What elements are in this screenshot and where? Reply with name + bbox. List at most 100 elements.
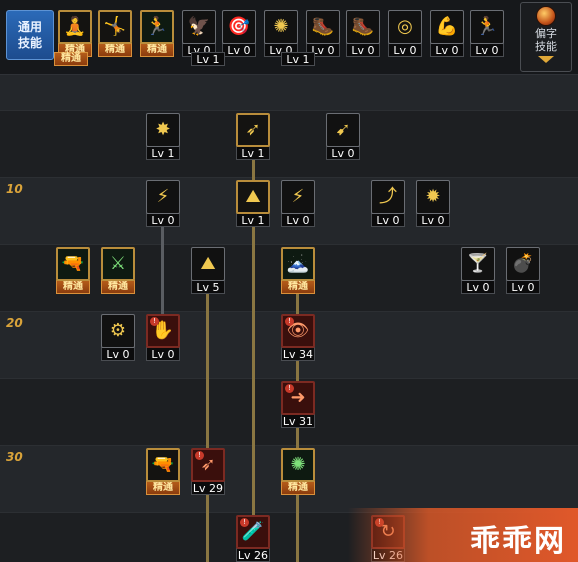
- alert-icon: !: [285, 317, 294, 326]
- skill-glyph-icon: 🧘: [63, 16, 87, 37]
- tree-skill-slot[interactable]: ⚔ 精通: [101, 247, 135, 294]
- skill-icon[interactable]: ! 👁: [281, 314, 315, 348]
- level-badge: Lv 0: [416, 213, 450, 227]
- skill-icon[interactable]: ⤴: [371, 180, 405, 214]
- skill-icon[interactable]: ⛰: [236, 180, 270, 214]
- level-badge: Lv 0: [222, 43, 256, 57]
- skill-icon[interactable]: ➶: [236, 113, 270, 147]
- specific-skills-tab[interactable]: 偏字 技能: [520, 2, 572, 72]
- chevron-down-icon[interactable]: [538, 56, 554, 63]
- skill-glyph-icon: ➶: [200, 454, 216, 475]
- skill-icon[interactable]: ✸: [146, 113, 180, 147]
- skill-icon[interactable]: ✹: [416, 180, 450, 214]
- top-skill-slot[interactable]: 🥾 Lv 0: [346, 10, 380, 57]
- tree-skill-slot[interactable]: 💣 Lv 0: [506, 247, 540, 294]
- skill-icon[interactable]: ✺: [281, 448, 315, 482]
- skill-icon[interactable]: 🦅: [182, 10, 216, 44]
- skill-icon[interactable]: 🤸: [98, 10, 132, 44]
- skill-icon[interactable]: 🏃: [140, 10, 174, 44]
- skill-icon[interactable]: 🍸: [461, 247, 495, 281]
- skill-icon[interactable]: ! ➜: [281, 381, 315, 415]
- skill-icon[interactable]: ⛰: [191, 247, 225, 281]
- top-skill-slot[interactable]: 🎯 Lv 0: [222, 10, 256, 57]
- skill-icon[interactable]: 🥾: [346, 10, 380, 44]
- tree-skill-slot[interactable]: ✺ 精通: [281, 448, 315, 495]
- top-skill-slot[interactable]: ◎ Lv 0: [388, 10, 422, 57]
- skill-connector: [252, 226, 255, 562]
- level-badge: Lv 1: [191, 52, 225, 66]
- skill-glyph-icon: 🦅: [187, 16, 211, 37]
- mastery-badge: 精通: [140, 43, 174, 57]
- skill-glyph-icon: 🗻: [286, 253, 310, 274]
- skill-glyph-icon: 🔫: [151, 454, 175, 475]
- skill-icon[interactable]: ⚡: [281, 180, 315, 214]
- top-skill-slot[interactable]: 🏃 精通: [140, 10, 174, 57]
- level-badge: Lv 31: [281, 414, 315, 428]
- tree-skill-slot[interactable]: 🍸 Lv 0: [461, 247, 495, 294]
- tree-skill-slot[interactable]: Lv 1: [191, 52, 225, 66]
- mastery-badge: 精通: [54, 52, 88, 66]
- skill-icon[interactable]: 🔫: [56, 247, 90, 281]
- tree-skill-slot[interactable]: ⚙ Lv 0: [101, 314, 135, 361]
- tree-skill-slot[interactable]: ! ➶ Lv 29: [191, 448, 225, 495]
- skill-icon[interactable]: ! ➶: [191, 448, 225, 482]
- skill-icon[interactable]: ! ✋: [146, 314, 180, 348]
- tree-skill-slot[interactable]: ✸ Lv 1: [146, 113, 180, 160]
- skill-icon[interactable]: ! 🧪: [236, 515, 270, 549]
- top-skill-slot[interactable]: 🏃 Lv 0: [470, 10, 504, 57]
- skill-icon[interactable]: 🔫: [146, 448, 180, 482]
- tree-skill-slot[interactable]: 🔫 精通: [146, 448, 180, 495]
- level-badge: Lv 0: [430, 43, 464, 57]
- mastery-badge: 精通: [101, 280, 135, 294]
- skill-icon[interactable]: 💪: [430, 10, 464, 44]
- alert-icon: !: [240, 518, 249, 527]
- skill-icon[interactable]: 🗻: [281, 247, 315, 281]
- skill-connector: [206, 293, 209, 562]
- skill-icon[interactable]: 💣: [506, 247, 540, 281]
- tree-skill-slot[interactable]: ⚡ Lv 0: [146, 180, 180, 227]
- tree-skill-slot[interactable]: Lv 1: [281, 52, 315, 66]
- skill-icon[interactable]: ⚡: [146, 180, 180, 214]
- top-skill-slot[interactable]: 💪 Lv 0: [430, 10, 464, 57]
- top-skill-slot[interactable]: 🥾 Lv 0: [306, 10, 340, 57]
- skill-icon[interactable]: 🥾: [306, 10, 340, 44]
- level-badge: Lv 1: [236, 213, 270, 227]
- skill-icon[interactable]: ➹: [326, 113, 360, 147]
- skill-icon[interactable]: ⚙: [101, 314, 135, 348]
- skill-glyph-icon: 🎯: [227, 16, 251, 37]
- top-skill-slot[interactable]: 🧘 精通: [58, 10, 92, 57]
- tree-skill-slot[interactable]: ⤴ Lv 0: [371, 180, 405, 227]
- skill-icon[interactable]: 🎯: [222, 10, 256, 44]
- skill-icon[interactable]: 🧘: [58, 10, 92, 44]
- skill-icon[interactable]: ✺: [264, 10, 298, 44]
- watermark-banner: 乖乖网: [348, 508, 578, 562]
- skill-glyph-icon: 🏃: [145, 16, 169, 37]
- skill-icon[interactable]: 🏃: [470, 10, 504, 44]
- tree-skill-slot[interactable]: 🗻 精通: [281, 247, 315, 294]
- top-skill-slot[interactable]: ✺ Lv 0: [264, 10, 298, 57]
- tree-skill-slot[interactable]: ! 👁 Lv 34: [281, 314, 315, 361]
- skill-glyph-icon: ➹: [335, 119, 351, 140]
- tree-skill-slot[interactable]: ⛰ Lv 1: [236, 180, 270, 227]
- tree-skill-slot[interactable]: ⛰ Lv 5: [191, 247, 225, 294]
- tree-skill-slot[interactable]: 🔫 精通: [56, 247, 90, 294]
- tree-skill-slot[interactable]: ! ➜ Lv 31: [281, 381, 315, 428]
- skill-glyph-icon: 🤸: [103, 16, 127, 37]
- specific-skills-tab-label: 偏字 技能: [535, 27, 557, 53]
- level-badge: Lv 34: [281, 347, 315, 361]
- common-skills-tab[interactable]: 通用 技能: [6, 10, 54, 60]
- top-skill-slot[interactable]: 🤸 精通: [98, 10, 132, 57]
- tree-skill-slot[interactable]: ! 🧪 Lv 26: [236, 515, 270, 562]
- tree-skill-slot[interactable]: 精通: [54, 52, 88, 66]
- tree-skill-slot[interactable]: ✹ Lv 0: [416, 180, 450, 227]
- level-badge: Lv 0: [146, 213, 180, 227]
- skill-icon[interactable]: ⚔: [101, 247, 135, 281]
- top-skill-slot[interactable]: 🦅 Lv 0: [182, 10, 216, 57]
- tree-skill-slot[interactable]: ➹ Lv 0: [326, 113, 360, 160]
- tree-skill-slot[interactable]: ! ✋ Lv 0: [146, 314, 180, 361]
- alert-icon: !: [150, 317, 159, 326]
- mastery-badge: 精通: [281, 481, 315, 495]
- tree-skill-slot[interactable]: ➶ Lv 1: [236, 113, 270, 160]
- skill-icon[interactable]: ◎: [388, 10, 422, 44]
- tree-skill-slot[interactable]: ⚡ Lv 0: [281, 180, 315, 227]
